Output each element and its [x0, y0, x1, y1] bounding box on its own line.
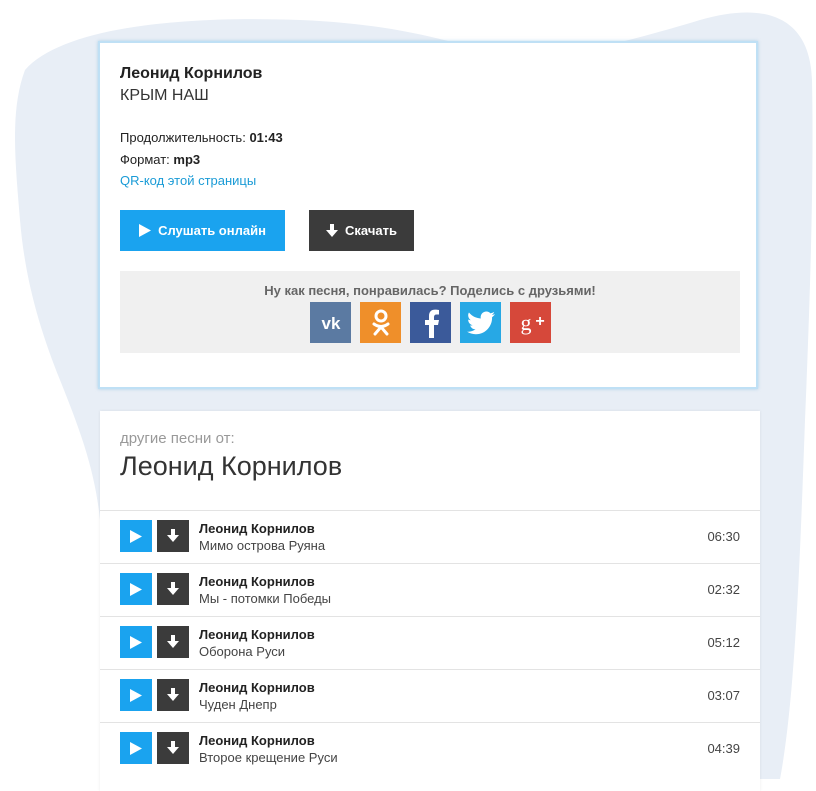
download-button[interactable]: Скачать — [309, 210, 414, 251]
track-artist: Леонид Корнилов — [199, 680, 315, 695]
other-songs-label: другие песни от: — [120, 430, 235, 447]
duration-row: Продолжительность: 01:43 — [120, 130, 283, 145]
track-duration: 02:32 — [707, 582, 740, 597]
track-artist: Леонид Корнилов — [199, 733, 315, 748]
other-songs-artist: Леонид Корнилов — [120, 451, 343, 481]
song-artist: Леонид Корнилов — [120, 65, 263, 82]
vk-share-button[interactable]: vk — [310, 302, 351, 343]
other-songs-card: другие песни от: Леонид Корнилов Леонид … — [100, 411, 760, 791]
track-title: Чуден Днепр — [199, 697, 277, 712]
share-icons: vk g + — [310, 302, 551, 343]
twitter-icon — [466, 310, 495, 334]
track-download-button[interactable] — [157, 679, 189, 711]
track-play-button[interactable] — [120, 520, 152, 552]
track-play-button[interactable] — [120, 732, 152, 764]
track-title: Второе крещение Руси — [199, 750, 338, 765]
vk-icon: vk — [321, 314, 340, 332]
track-duration: 04:39 — [707, 741, 740, 756]
svg-text:+: + — [535, 313, 544, 330]
facebook-share-button[interactable] — [410, 302, 451, 343]
share-text: Ну как песня, понравилась? Поделись с др… — [264, 283, 596, 298]
track-artist: Леонид Корнилов — [199, 627, 315, 642]
odnoklassniki-icon — [372, 309, 389, 335]
qr-code-link[interactable]: QR-код этой страницы — [120, 173, 256, 188]
svg-text:vk: vk — [321, 314, 340, 332]
download-icon — [167, 688, 179, 701]
track-title: Мимо острова Руяна — [199, 538, 326, 553]
download-icon — [167, 529, 179, 542]
track-download-button[interactable] — [157, 573, 189, 605]
svg-text:g: g — [520, 311, 531, 335]
song-title: КРЫМ НАШ — [120, 87, 209, 104]
track-play-button[interactable] — [120, 626, 152, 658]
track-play-button[interactable] — [120, 573, 152, 605]
google-plus-icon: g + — [520, 311, 544, 335]
track-duration: 03:07 — [707, 688, 740, 703]
track-duration: 05:12 — [707, 635, 740, 650]
track-title: Мы - потомки Победы — [199, 591, 331, 606]
twitter-share-button[interactable] — [460, 302, 501, 343]
format-value: mp3 — [173, 152, 201, 167]
facebook-icon — [424, 309, 439, 338]
download-icon — [167, 582, 179, 595]
track-title: Оборона Руси — [199, 644, 286, 659]
track-artist: Леонид Корнилов — [199, 521, 315, 536]
listen-online-label: Слушать онлайн — [158, 223, 266, 238]
track-artist: Леонид Корнилов — [199, 574, 315, 589]
play-icon — [130, 582, 142, 596]
download-icon — [167, 635, 179, 648]
download-label: Скачать — [345, 223, 397, 238]
track-download-button[interactable] — [157, 732, 189, 764]
play-icon — [130, 688, 142, 702]
track-row: Леонид Корнилов Чуден Днепр 03:07 — [100, 669, 760, 722]
google-plus-share-button[interactable]: g + — [510, 302, 551, 343]
track-download-button[interactable] — [157, 626, 189, 658]
track-duration: 06:30 — [707, 529, 740, 544]
format-row: Формат: mp3 — [120, 152, 200, 167]
play-icon — [130, 635, 142, 649]
download-icon — [326, 223, 339, 238]
download-icon — [167, 741, 179, 754]
track-row: Леонид Корнилов Мы - потомки Победы 02:3… — [100, 563, 760, 616]
share-panel: Ну как песня, понравилась? Поделись с др… — [120, 271, 740, 353]
play-icon — [139, 224, 152, 237]
track-download-button[interactable] — [157, 520, 189, 552]
listen-online-button[interactable]: Слушать онлайн — [120, 210, 285, 251]
play-icon — [130, 529, 142, 543]
odnoklassniki-share-button[interactable] — [360, 302, 401, 343]
duration-label: Продолжительность: — [120, 130, 246, 145]
track-play-button[interactable] — [120, 679, 152, 711]
duration-value: 01:43 — [249, 130, 283, 145]
song-card: Леонид Корнилов КРЫМ НАШ Продолжительнос… — [98, 41, 758, 389]
track-row: Леонид Корнилов Второе крещение Руси 04:… — [100, 722, 760, 775]
track-row: Леонид Корнилов Оборона Руси 05:12 — [100, 616, 760, 669]
format-label: Формат: — [120, 152, 170, 167]
track-row: Леонид Корнилов Мимо острова Руяна 06:30 — [100, 510, 760, 563]
track-list: Леонид Корнилов Мимо острова Руяна 06:30… — [100, 510, 760, 775]
play-icon — [130, 741, 142, 755]
